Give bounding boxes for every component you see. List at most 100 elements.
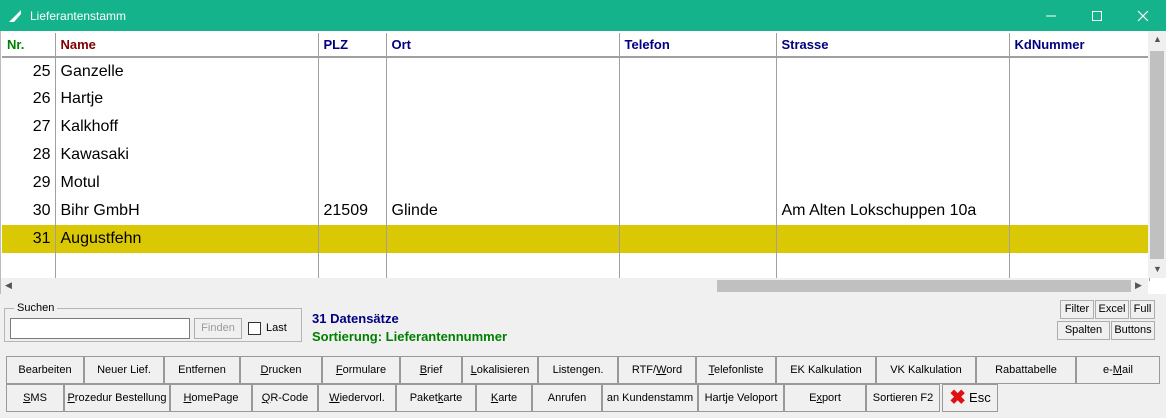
- window-title: Lieferantenstamm: [30, 9, 127, 23]
- map-button[interactable]: Karte: [476, 384, 532, 412]
- qr-code-button[interactable]: QR-Code: [252, 384, 318, 412]
- print-button[interactable]: Drucken: [240, 356, 322, 384]
- remove-button[interactable]: Entfernen: [164, 356, 240, 384]
- cell-strasse: [776, 113, 1010, 141]
- sort-f2-button[interactable]: Sortieren F2: [866, 384, 940, 412]
- export-button[interactable]: Export: [784, 384, 866, 412]
- cell-ort: Glinde: [386, 197, 620, 225]
- title-bar: Lieferantenstamm: [0, 0, 1166, 31]
- search-input[interactable]: [10, 318, 190, 339]
- forms-button[interactable]: Formulare: [322, 356, 400, 384]
- localize-button[interactable]: Lokalisieren: [462, 356, 538, 384]
- cell-nr: 30: [2, 197, 56, 225]
- phone-list-button[interactable]: Telefonliste: [696, 356, 776, 384]
- cell-kdnummer: [1009, 169, 1150, 197]
- cell-nr: 25: [2, 57, 56, 85]
- cell-strasse: [776, 85, 1010, 113]
- scroll-up-icon[interactable]: ▲: [1153, 35, 1162, 44]
- red-x-icon: ✖: [949, 387, 967, 410]
- vk-calculation-button[interactable]: VK Kalkulation: [876, 356, 976, 384]
- full-button[interactable]: Full: [1130, 300, 1155, 319]
- cell-name: Kawasaki: [55, 141, 319, 169]
- rtf-word-button[interactable]: RTF/Word: [618, 356, 696, 384]
- table-row[interactable]: 29 Motul: [2, 169, 1150, 197]
- cell-strasse: [776, 225, 1010, 253]
- bearbeiten-button[interactable]: Bearbeiten: [6, 356, 84, 384]
- minimize-button[interactable]: [1028, 0, 1074, 31]
- col-header-nr[interactable]: Nr.: [2, 33, 56, 58]
- new-supplier-button[interactable]: Neuer Lief.: [84, 356, 164, 384]
- cell-telefon: [619, 197, 777, 225]
- vertical-scrollbar[interactable]: ▲ ▼: [1148, 31, 1166, 278]
- col-header-plz[interactable]: PLZ: [318, 33, 387, 58]
- homepage-button[interactable]: HomePage: [170, 384, 252, 412]
- cell-telefon: [619, 57, 777, 85]
- supplier-table: Nr. Name PLZ Ort Telefon Strasse KdNumme…: [2, 33, 1150, 281]
- cell-telefon: [619, 113, 777, 141]
- email-button[interactable]: e-Mail: [1076, 356, 1160, 384]
- list-generator-button[interactable]: Listengen.: [538, 356, 618, 384]
- maximize-icon: [1092, 11, 1102, 21]
- cell-name: Kalkhoff: [55, 113, 319, 141]
- order-procedure-button[interactable]: Prozedur Bestellung: [64, 384, 170, 412]
- table-row[interactable]: 30 Bihr GmbH 21509 Glinde Am Alten Loksc…: [2, 197, 1150, 225]
- cell-nr: 27: [2, 113, 56, 141]
- cell-plz: [318, 113, 387, 141]
- col-header-name[interactable]: Name: [55, 33, 319, 58]
- table-row[interactable]: 27 Kalkhoff: [2, 113, 1150, 141]
- horizontal-scrollbar[interactable]: ◀ ▶: [0, 278, 1148, 294]
- table-row-selected[interactable]: 31 Augustfehn: [2, 225, 1150, 253]
- sms-button[interactable]: SMS: [6, 384, 64, 412]
- cell-strasse: Am Alten Lokschuppen 10a: [776, 197, 1010, 225]
- cell-nr: 31: [2, 225, 56, 253]
- buttons-button[interactable]: Buttons: [1111, 321, 1155, 340]
- cell-telefon: [619, 85, 777, 113]
- col-header-strasse[interactable]: Strasse: [776, 33, 1010, 58]
- supplier-grid[interactable]: Nr. Name PLZ Ort Telefon Strasse KdNumme…: [0, 31, 1166, 294]
- to-customers-button[interactable]: an Kundenstamm: [602, 384, 698, 412]
- col-header-kdnummer[interactable]: KdNummer: [1009, 33, 1150, 58]
- table-row[interactable]: 26 Hartje: [2, 85, 1150, 113]
- filter-button[interactable]: Filter: [1060, 300, 1094, 319]
- cell-ort: [386, 225, 620, 253]
- table-row[interactable]: 25 Ganzelle: [2, 57, 1150, 85]
- table-row[interactable]: 28 Kawasaki: [2, 141, 1150, 169]
- horizontal-scroll-thumb[interactable]: [717, 280, 1131, 292]
- scroll-right-icon[interactable]: ▶: [1135, 281, 1142, 290]
- cell-telefon: [619, 141, 777, 169]
- close-icon: [1137, 10, 1149, 22]
- close-button[interactable]: [1120, 0, 1166, 31]
- scroll-left-icon[interactable]: ◀: [5, 281, 12, 290]
- cell-plz: [318, 57, 387, 85]
- vertical-scroll-thumb[interactable]: [1150, 51, 1164, 259]
- cell-plz: 21509: [318, 197, 387, 225]
- spalten-button[interactable]: Spalten: [1057, 321, 1110, 340]
- maximize-button[interactable]: [1074, 0, 1120, 31]
- cell-kdnummer: [1009, 197, 1150, 225]
- discount-table-button[interactable]: Rabattabelle: [976, 356, 1076, 384]
- resubmission-button[interactable]: Wiedervorl.: [318, 384, 396, 412]
- cell-strasse: [776, 141, 1010, 169]
- minimize-icon: [1046, 15, 1056, 17]
- app-icon: [9, 10, 21, 22]
- find-button[interactable]: Finden: [194, 318, 242, 339]
- call-button[interactable]: Anrufen: [532, 384, 602, 412]
- last-checkbox[interactable]: [248, 322, 261, 335]
- cell-name: Hartje: [55, 85, 319, 113]
- cell-nr: 28: [2, 141, 56, 169]
- col-header-ort[interactable]: Ort: [386, 33, 620, 58]
- ek-calculation-button[interactable]: EK Kalkulation: [776, 356, 876, 384]
- col-header-telefon[interactable]: Telefon: [619, 33, 777, 58]
- cell-plz: [318, 169, 387, 197]
- cell-name: Bihr GmbH: [55, 197, 319, 225]
- letter-button[interactable]: Brief: [400, 356, 462, 384]
- scroll-down-icon[interactable]: ▼: [1153, 265, 1162, 274]
- cell-strasse: [776, 57, 1010, 85]
- hartje-veloport-button[interactable]: Hartje Veloport: [698, 384, 784, 412]
- excel-button[interactable]: Excel: [1095, 300, 1129, 319]
- esc-button[interactable]: ✖ Esc: [942, 384, 998, 412]
- cell-telefon: [619, 169, 777, 197]
- cell-kdnummer: [1009, 57, 1150, 85]
- parcel-card-button[interactable]: Paketkarte: [396, 384, 476, 412]
- cell-ort: [386, 113, 620, 141]
